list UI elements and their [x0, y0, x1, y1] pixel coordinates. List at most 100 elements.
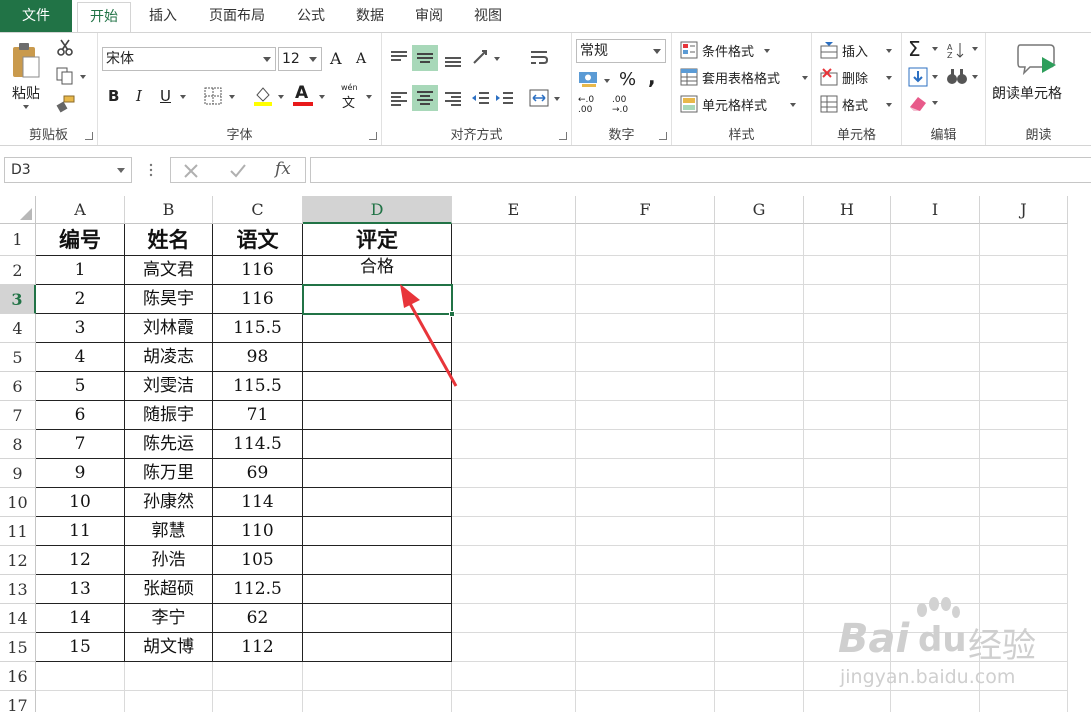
cell-i9[interactable] — [891, 459, 980, 488]
cell-b1[interactable]: 姓名 — [125, 224, 213, 256]
clipboard-launcher-icon[interactable] — [85, 132, 93, 140]
find-select-icon[interactable] — [946, 67, 968, 87]
wrap-text-icon[interactable] — [528, 47, 550, 69]
cell-g17[interactable] — [715, 691, 804, 712]
cell-h6[interactable] — [804, 372, 891, 401]
cell-h1[interactable] — [804, 224, 891, 256]
formula-input[interactable] — [310, 157, 1091, 183]
cell-d12[interactable] — [303, 546, 452, 575]
cell-f11[interactable] — [576, 517, 715, 546]
cell-b5[interactable]: 胡凌志 — [125, 343, 213, 372]
cell-f1[interactable] — [576, 224, 715, 256]
autosum-dropdown-icon[interactable] — [932, 47, 938, 51]
cell-b11[interactable]: 郭慧 — [125, 517, 213, 546]
column-header-g[interactable]: G — [715, 196, 804, 224]
orientation-icon[interactable] — [470, 47, 492, 69]
cell-e15[interactable] — [452, 633, 576, 662]
cell-e2[interactable] — [452, 256, 576, 285]
cell-c1[interactable]: 语文 — [213, 224, 303, 256]
cell-f14[interactable] — [576, 604, 715, 633]
cell-f17[interactable] — [576, 691, 715, 712]
cell-d11[interactable] — [303, 517, 452, 546]
underline-dropdown-icon[interactable] — [180, 95, 186, 99]
cell-a5[interactable]: 4 — [36, 343, 125, 372]
cell-c7[interactable]: 71 — [213, 401, 303, 430]
cell-d1[interactable]: 评定 — [303, 224, 452, 256]
cell-i1[interactable] — [891, 224, 980, 256]
cell-d15[interactable] — [303, 633, 452, 662]
fill-color-icon[interactable] — [252, 85, 274, 107]
cell-e1[interactable] — [452, 224, 576, 256]
cell-b10[interactable]: 孙康然 — [125, 488, 213, 517]
cell-h3[interactable] — [804, 285, 891, 314]
name-box[interactable]: D3 — [4, 157, 132, 183]
cell-g7[interactable] — [715, 401, 804, 430]
italic-button[interactable]: I — [136, 87, 142, 105]
cell-j7[interactable] — [980, 401, 1068, 430]
phonetic-button[interactable]: wén 文 — [338, 83, 364, 111]
cell-e3[interactable] — [452, 285, 576, 314]
cell-a14[interactable]: 14 — [36, 604, 125, 633]
cell-e16[interactable] — [452, 662, 576, 691]
alignment-launcher-icon[interactable] — [559, 132, 567, 140]
cell-a16[interactable] — [36, 662, 125, 691]
percent-button[interactable]: % — [619, 69, 636, 90]
merge-center-icon[interactable] — [528, 87, 550, 109]
fill-color-dropdown-icon[interactable] — [278, 95, 284, 99]
row-header-8[interactable]: 8 — [0, 430, 36, 459]
cell-i11[interactable] — [891, 517, 980, 546]
cell-d13[interactable] — [303, 575, 452, 604]
cell-a11[interactable]: 11 — [36, 517, 125, 546]
grow-font-button[interactable]: A — [330, 49, 342, 68]
tab-view[interactable]: 视图 — [462, 0, 514, 32]
cell-h12[interactable] — [804, 546, 891, 575]
cell-j11[interactable] — [980, 517, 1068, 546]
cell-a8[interactable]: 7 — [36, 430, 125, 459]
decrease-indent-icon[interactable] — [470, 87, 492, 109]
row-header-7[interactable]: 7 — [0, 401, 36, 430]
cell-j9[interactable] — [980, 459, 1068, 488]
enter-icon[interactable] — [229, 163, 247, 179]
column-header-j[interactable]: J — [980, 196, 1068, 224]
cell-i8[interactable] — [891, 430, 980, 459]
cell-j4[interactable] — [980, 314, 1068, 343]
cell-a2[interactable]: 1 — [36, 256, 125, 285]
more-vertical-icon[interactable] — [148, 163, 154, 177]
cell-j5[interactable] — [980, 343, 1068, 372]
align-bottom-icon[interactable] — [442, 49, 464, 71]
phonetic-dropdown-icon[interactable] — [366, 95, 372, 99]
align-right-icon[interactable] — [442, 87, 464, 109]
cell-h2[interactable] — [804, 256, 891, 285]
cell-f5[interactable] — [576, 343, 715, 372]
cell-f9[interactable] — [576, 459, 715, 488]
bold-button[interactable]: B — [108, 87, 119, 105]
cell-a12[interactable]: 12 — [36, 546, 125, 575]
cell-g11[interactable] — [715, 517, 804, 546]
cell-d8[interactable] — [303, 430, 452, 459]
borders-icon[interactable] — [204, 87, 222, 105]
cell-b2[interactable]: 高文君 — [125, 256, 213, 285]
row-header-9[interactable]: 9 — [0, 459, 36, 488]
cell-i12[interactable] — [891, 546, 980, 575]
sort-filter-icon[interactable]: AZ — [946, 41, 968, 59]
cell-g16[interactable] — [715, 662, 804, 691]
cell-j1[interactable] — [980, 224, 1068, 256]
cell-f15[interactable] — [576, 633, 715, 662]
cell-c9[interactable]: 69 — [213, 459, 303, 488]
cell-i5[interactable] — [891, 343, 980, 372]
cell-h4[interactable] — [804, 314, 891, 343]
cell-j2[interactable] — [980, 256, 1068, 285]
cell-b14[interactable]: 李宁 — [125, 604, 213, 633]
cell-d17[interactable] — [303, 691, 452, 712]
row-header-5[interactable]: 5 — [0, 343, 36, 372]
column-header-c[interactable]: C — [213, 196, 303, 224]
cell-h5[interactable] — [804, 343, 891, 372]
cell-f7[interactable] — [576, 401, 715, 430]
cell-e6[interactable] — [452, 372, 576, 401]
cell-g9[interactable] — [715, 459, 804, 488]
cell-e14[interactable] — [452, 604, 576, 633]
cell-f2[interactable] — [576, 256, 715, 285]
fill-down-icon[interactable] — [908, 67, 928, 87]
cell-f12[interactable] — [576, 546, 715, 575]
cell-e4[interactable] — [452, 314, 576, 343]
